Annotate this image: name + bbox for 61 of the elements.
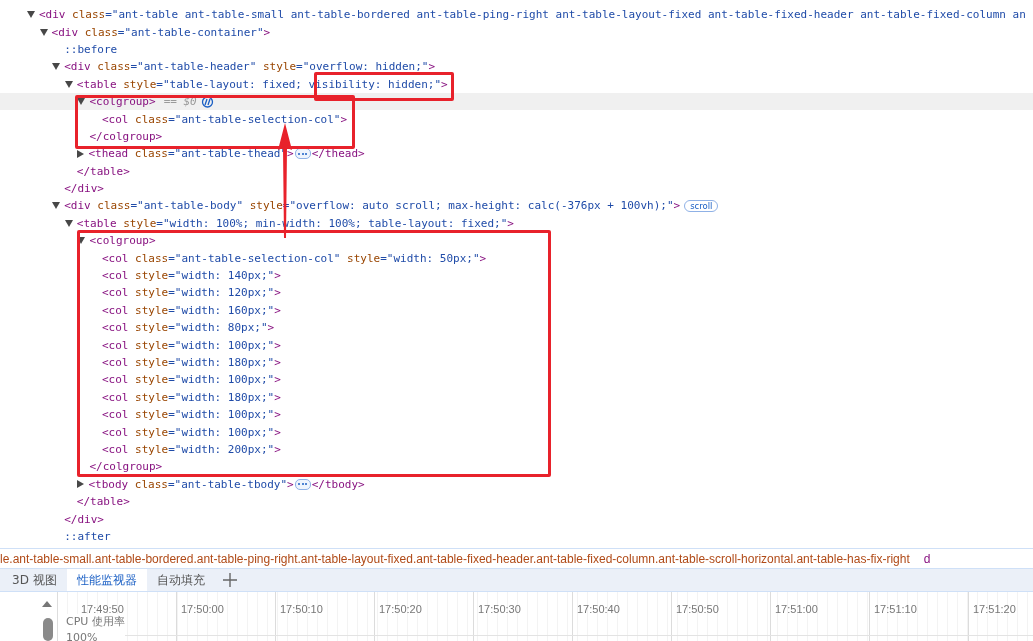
time-label: 17:50:30 — [478, 603, 521, 615]
code-line: <col class="ant-table-selection-col" style="width: 50px;"> — [102, 251, 487, 265]
time-label: 17:51:20 — [973, 603, 1016, 615]
code-line: <div class="ant-table-header" style="overflow: hidden;"> — [64, 60, 436, 74]
disclosure-triangle-icon[interactable] — [77, 98, 86, 106]
time-label: 17:50:10 — [280, 603, 323, 615]
code-line: <col style="width: 100px;"> — [102, 408, 281, 422]
closing-tag: </table> — [76, 495, 130, 509]
disclosure-triangle-icon[interactable] — [77, 480, 85, 489]
disclosure-triangle-icon[interactable] — [77, 237, 86, 245]
reference-icon[interactable] — [200, 95, 214, 108]
disclosure-triangle-icon[interactable] — [52, 63, 61, 71]
breadcrumb-path[interactable]: le.ant-table-small.ant-table-bordered.ant-table-ping-right.ant-table-layout-fixed.ant-table-fixed-header.ant-table-fixed-column.ant-table-scroll-horizontal.ant-table-has-fix-right — [0, 551, 910, 566]
code-line: <col style="width: 120px;"> — [102, 286, 281, 300]
time-label: 17:50:20 — [379, 603, 422, 615]
pseudo-element[interactable]: ::before — [64, 42, 118, 56]
disclosure-triangle-icon[interactable] — [77, 149, 85, 158]
scrollbar-thumb[interactable] — [43, 618, 53, 641]
time-label: 17:51:00 — [775, 603, 818, 615]
code-line: <col class="ant-table-selection-col"> — [102, 112, 348, 126]
time-label: 17:50:40 — [577, 603, 620, 615]
code-line: <colgroup> — [89, 95, 156, 109]
code-line: <col style="width: 160px;"> — [102, 303, 281, 317]
disclosure-triangle-icon[interactable] — [52, 202, 61, 210]
time-label: 17:49:50 — [81, 603, 124, 615]
pseudo-element[interactable]: ::after — [64, 529, 111, 543]
ellipsis-icon[interactable] — [294, 148, 311, 160]
add-icon[interactable] — [222, 573, 237, 587]
code-line: <div class="ant-table ant-table-small ant-table-bordered ant-table-ping-right ant-table-layout-fixed ant-table-fixed-header ant-table-fixed-column an — [39, 8, 1026, 22]
disclosure-triangle-icon[interactable] — [64, 219, 73, 227]
ellipsis-icon[interactable] — [294, 478, 311, 490]
closing-tag: </div> — [64, 182, 104, 196]
code-line: <col style="width: 180px;"> — [102, 356, 281, 369]
code-line: <colgroup> — [89, 234, 156, 248]
code-line: <col style="width: 200px;"> — [102, 442, 281, 456]
scale-label: 100% — [66, 631, 99, 641]
code-line: <col style="width: 100px;"> — [102, 425, 281, 439]
code-line: <div class="ant-table-container"> — [51, 25, 271, 39]
disclosure-triangle-icon[interactable] — [39, 28, 48, 36]
code-line: <col style="width: 140px;"> — [102, 269, 281, 283]
scroll-up-icon[interactable] — [42, 601, 52, 607]
drawer-tab[interactable]: 3D 视图 — [2, 569, 67, 591]
drawer-tab[interactable]: 性能监视器 — [66, 569, 147, 591]
breadcrumb-item[interactable]: d — [923, 551, 931, 566]
time-label: 17:50:50 — [676, 603, 719, 615]
closing-tag: </colgroup> — [89, 129, 163, 143]
code-line: <col style="width: 80px;"> — [102, 321, 275, 335]
closing-tag: </div> — [64, 512, 104, 526]
closing-tag: </colgroup> — [89, 460, 163, 474]
time-label: 17:51:10 — [874, 603, 917, 615]
code-line: <tbody class="ant-table-tbody"> — [88, 477, 294, 491]
closing-tag: </tbody> — [311, 477, 365, 491]
closing-tag: </thead> — [311, 147, 365, 161]
metric-title: CPU 使用率 — [66, 614, 125, 629]
code-line: <col style="width: 180px;"> — [102, 390, 281, 404]
code-line: <col style="width: 100px;"> — [102, 338, 281, 352]
time-label: 17:50:00 — [181, 603, 224, 615]
drawer-tab[interactable]: 自动填充 — [146, 569, 215, 591]
closing-tag: </table> — [76, 164, 130, 178]
code-line: <col style="width: 100px;"> — [102, 373, 281, 387]
disclosure-triangle-icon[interactable] — [27, 11, 35, 19]
